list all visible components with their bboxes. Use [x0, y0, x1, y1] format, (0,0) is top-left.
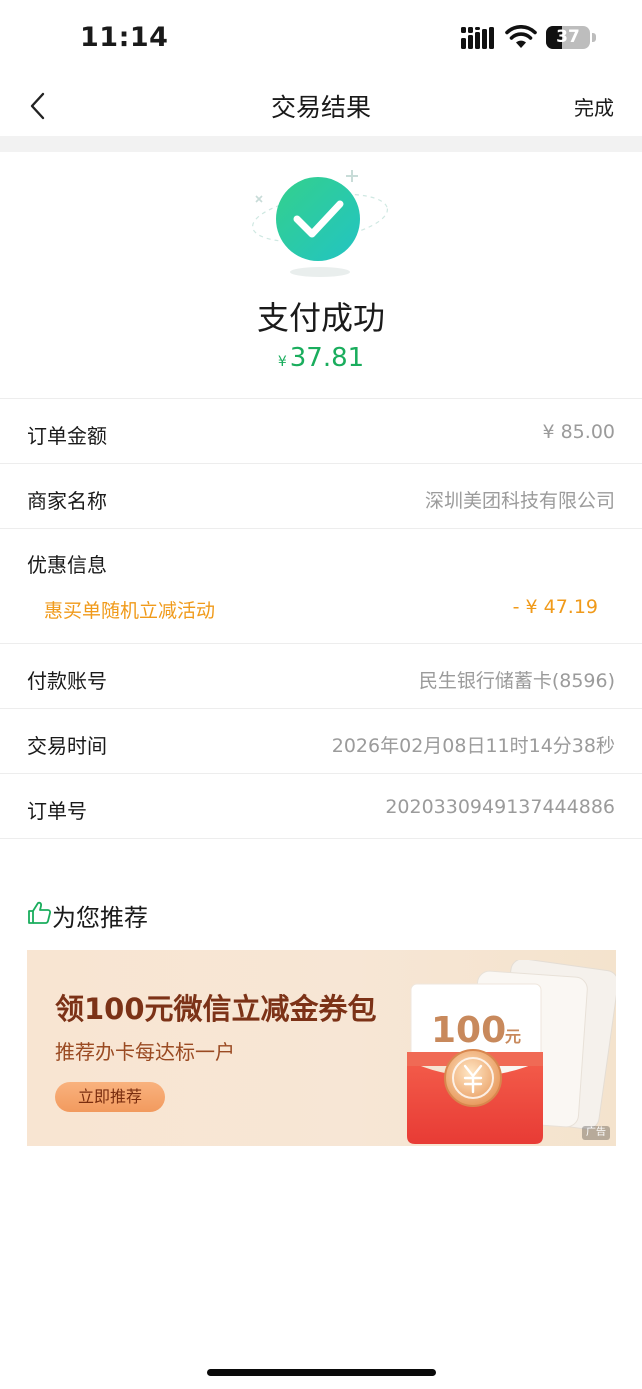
discount-value: - ¥ 47.19	[512, 596, 598, 618]
status-bar: 11:14 37	[0, 0, 642, 78]
page-title: 交易结果	[270, 93, 371, 122]
home-indicator[interactable]	[207, 1369, 436, 1376]
done-button[interactable]: 完成	[574, 92, 614, 121]
battery-cap	[592, 33, 596, 42]
payment-status: 支付成功	[256, 299, 385, 337]
divider	[0, 773, 642, 774]
recommend-now-button[interactable]: 立即推荐	[55, 1082, 165, 1112]
ad-card-amount: 100	[431, 1010, 506, 1051]
wifi-icon	[505, 25, 537, 48]
order-amount-value: ¥ 85.00	[542, 421, 615, 443]
account-value: 民生银行储蓄卡(8596)	[418, 670, 615, 692]
ad-card-unit: 元	[505, 1027, 521, 1046]
battery-indicator: 37	[546, 26, 590, 49]
section-separator	[0, 136, 642, 152]
divider	[0, 398, 642, 399]
amount-value: 37.81	[289, 343, 365, 373]
divider	[0, 463, 642, 464]
time-label: 交易时间	[27, 734, 107, 758]
battery-level: 37	[556, 27, 580, 47]
discount-name: 惠买单随机立减活动	[44, 600, 216, 622]
ad-subtitle: 推荐办卡每达标一户	[55, 1040, 235, 1064]
divider	[0, 528, 642, 529]
discount-label: 优惠信息	[27, 553, 107, 577]
divider	[0, 643, 642, 644]
ad-banner[interactable]: 领100元微信立减金券包 推荐办卡每达标一户 立即推荐 100 元 广告	[27, 950, 616, 1146]
order-amount-label: 订单金额	[27, 424, 107, 448]
signal-icon	[461, 27, 494, 49]
red-envelope-icon: 100 元	[407, 960, 616, 1144]
divider	[0, 708, 642, 709]
order-number-value[interactable]: 2020330949137444886	[385, 796, 615, 818]
ad-title: 领100元微信立减金券包	[55, 992, 377, 1026]
account-label: 付款账号	[27, 669, 107, 693]
ad-tag: 广告	[582, 1126, 610, 1140]
currency-symbol: ¥	[277, 354, 287, 370]
thumbs-up-icon	[28, 901, 52, 924]
nav-bar: 交易结果 完成	[0, 78, 642, 136]
time-value: 2026年02月08日11时14分38秒	[331, 735, 615, 757]
order-number-label: 订单号	[27, 799, 87, 823]
divider	[0, 838, 642, 839]
success-check-icon	[251, 170, 389, 277]
merchant-value: 深圳美团科技有限公司	[424, 490, 615, 512]
merchant-label: 商家名称	[27, 489, 107, 513]
paid-amount: ¥37.81	[0, 343, 642, 373]
status-time: 11:14	[80, 22, 169, 53]
recommend-title: 为您推荐	[52, 904, 148, 932]
